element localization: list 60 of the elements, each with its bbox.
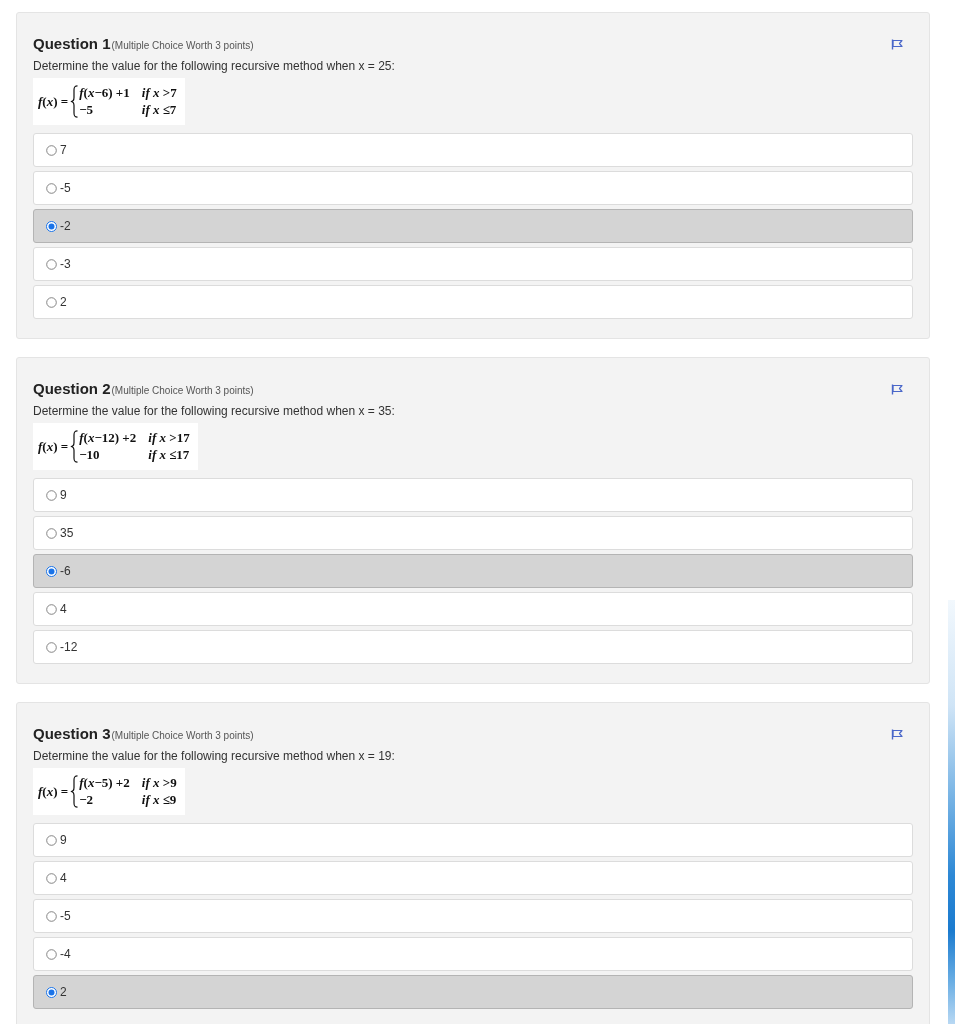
answer-option[interactable]: 7 xyxy=(33,133,913,167)
answer-option[interactable]: -3 xyxy=(33,247,913,281)
question-prompt: Determine the value for the following recursive method when x = 19: xyxy=(33,749,395,764)
brace-icon xyxy=(70,775,79,808)
radio-icon xyxy=(46,910,57,922)
brace-icon xyxy=(70,430,79,463)
answer-option[interactable]: 9 xyxy=(33,823,913,857)
radio-icon xyxy=(46,527,57,539)
formula-expression: f(x−5) +2 xyxy=(79,775,130,791)
formula-expression: f(x−6) +1 xyxy=(79,85,130,101)
radio-icon xyxy=(46,948,57,960)
answer-option[interactable]: -12 xyxy=(33,630,913,664)
question-prompt: Determine the value for the following recursive method when x = 25: xyxy=(33,59,395,74)
question-meta: (Multiple Choice Worth 3 points) xyxy=(111,385,254,396)
flag-icon[interactable] xyxy=(891,728,903,740)
answer-option[interactable]: 9 xyxy=(33,478,913,512)
answer-option[interactable]: -5 xyxy=(33,899,913,933)
question-title: Question 2 xyxy=(33,380,111,398)
radio-icon xyxy=(46,182,57,194)
formula-expression: −2 xyxy=(79,792,95,808)
question-meta: (Multiple Choice Worth 3 points) xyxy=(111,730,254,741)
question-prompt: Determine the value for the following recursive method when x = 35: xyxy=(33,404,395,419)
radio-icon xyxy=(46,603,57,615)
brace-icon xyxy=(70,85,79,118)
radio-icon xyxy=(46,489,57,501)
answer-option[interactable]: -2 xyxy=(33,209,913,243)
answer-option[interactable]: 35 xyxy=(33,516,913,550)
radio-icon xyxy=(46,986,57,998)
answer-option[interactable]: 2 xyxy=(33,975,913,1009)
radio-icon xyxy=(46,565,57,577)
answer-option[interactable]: -5 xyxy=(33,171,913,205)
formula-condition: if x ≤9 xyxy=(141,792,177,808)
radio-icon xyxy=(46,641,57,653)
formula-expression: −10 xyxy=(79,447,101,463)
formula-condition: if x >7 xyxy=(141,85,177,101)
formula-condition: if x >9 xyxy=(141,775,177,791)
radio-icon xyxy=(46,258,57,270)
answer-option[interactable]: -4 xyxy=(33,937,913,971)
question-title: Question 1 xyxy=(33,35,111,53)
formula-expression: f(x−12) +2 xyxy=(79,430,137,446)
formula-condition: if x >17 xyxy=(148,430,190,446)
radio-icon xyxy=(46,144,57,156)
answer-option[interactable]: 2 xyxy=(33,285,913,319)
flag-icon[interactable] xyxy=(891,38,903,50)
answer-option[interactable]: 4 xyxy=(33,861,913,895)
radio-icon xyxy=(46,834,57,846)
formula-lhs: f(x) = xyxy=(38,438,69,455)
question-title: Question 3 xyxy=(33,725,111,743)
flag-icon[interactable] xyxy=(891,383,903,395)
question-meta: (Multiple Choice Worth 3 points) xyxy=(111,40,254,51)
radio-icon xyxy=(46,220,57,232)
answer-option[interactable]: 4 xyxy=(33,592,913,626)
formula-lhs: f(x) = xyxy=(38,93,69,110)
radio-icon xyxy=(46,296,57,308)
formula-condition: if x ≤17 xyxy=(148,447,190,463)
answer-option[interactable]: -6 xyxy=(33,554,913,588)
radio-icon xyxy=(46,872,57,884)
formula-condition: if x ≤7 xyxy=(141,102,177,118)
formula-lhs: f(x) = xyxy=(38,783,69,800)
formula-expression: −5 xyxy=(79,102,95,118)
